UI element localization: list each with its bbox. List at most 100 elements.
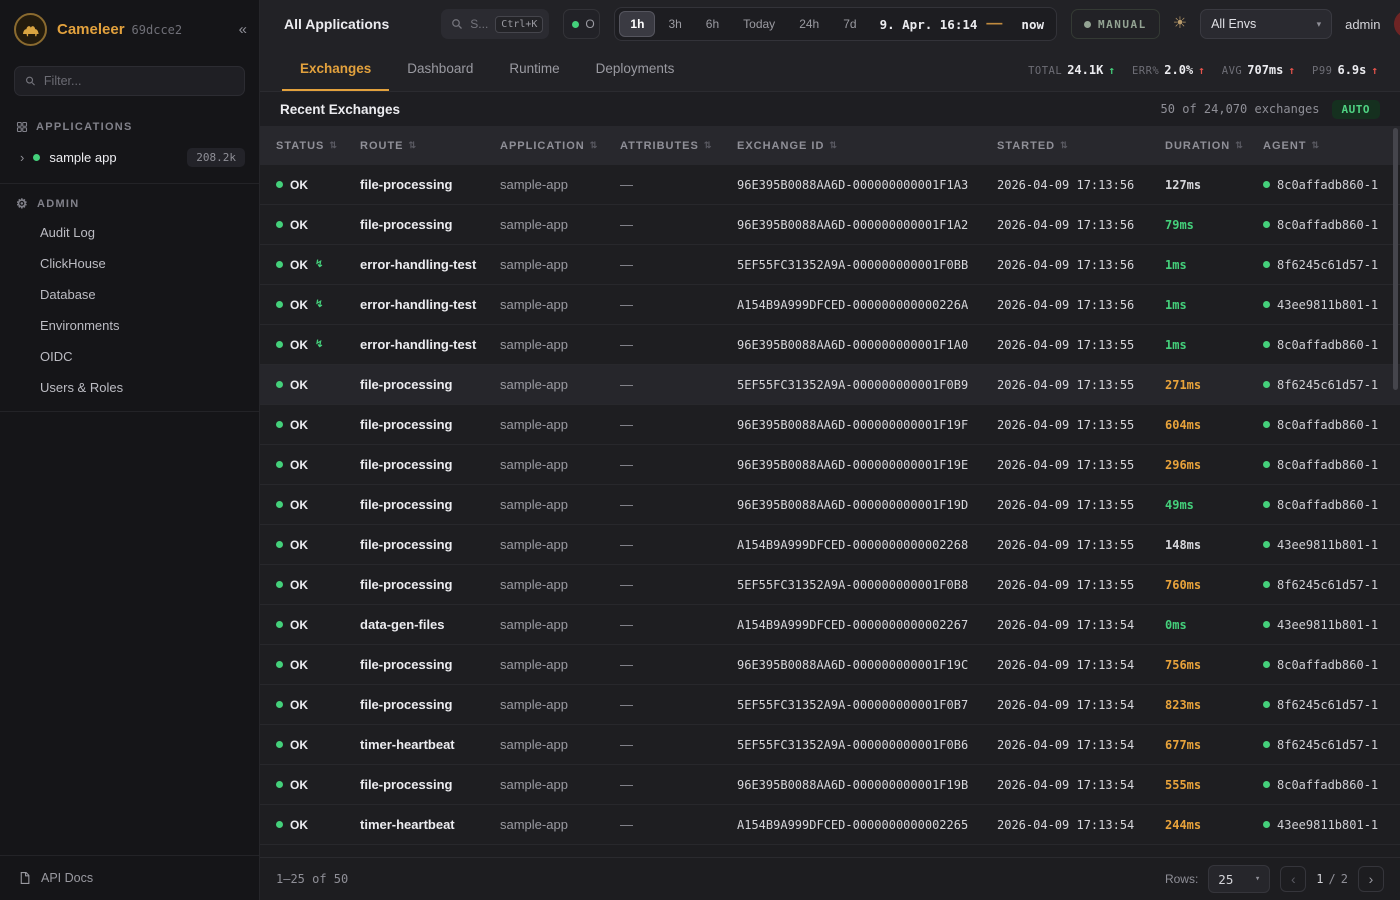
vertical-scrollbar[interactable] bbox=[1393, 128, 1398, 390]
live-label: O bbox=[585, 17, 594, 31]
agent-dot bbox=[1263, 221, 1270, 228]
table-row[interactable]: OK timer-heartbeat sample-app — 5EF55FC3… bbox=[260, 725, 1400, 765]
search-icon bbox=[451, 18, 463, 30]
exchange-id-cell: 5EF55FC31352A9A-000000000001F0B9 bbox=[737, 378, 997, 392]
table-row[interactable]: OK file-processing sample-app — 5EF55FC3… bbox=[260, 365, 1400, 405]
avatar[interactable]: AD bbox=[1394, 10, 1400, 38]
sidebar-item-oidc[interactable]: OIDC bbox=[0, 341, 259, 372]
sidebar-item-database[interactable]: Database bbox=[0, 279, 259, 310]
status-ok-dot bbox=[276, 781, 283, 788]
sidebar-item-users-roles[interactable]: Users & Roles bbox=[0, 372, 259, 403]
column-header-route[interactable]: ROUTE⇅ bbox=[360, 140, 500, 152]
auto-refresh-badge[interactable]: AUTO bbox=[1332, 100, 1381, 119]
status-label: OK bbox=[290, 538, 308, 552]
global-search[interactable]: S... Ctrl+K bbox=[441, 9, 549, 39]
api-docs-link[interactable]: API Docs bbox=[0, 855, 259, 900]
status-label: OK bbox=[290, 818, 308, 832]
duration-cell: 1ms bbox=[1165, 298, 1263, 312]
exchange-count-badge: 208.2k bbox=[187, 148, 245, 167]
table-row[interactable]: OK timer-heartbeat sample-app — A154B9A9… bbox=[260, 805, 1400, 845]
theme-toggle-button[interactable]: ☀ bbox=[1173, 16, 1187, 32]
route-cell: file-processing bbox=[360, 577, 500, 592]
rows-per-page-label: Rows: bbox=[1165, 872, 1198, 886]
range-button-24h[interactable]: 24h bbox=[788, 11, 830, 37]
agent-id: 43ee9811b801-1 bbox=[1277, 818, 1378, 832]
table-row[interactable]: OK file-processing sample-app — 96E395B0… bbox=[260, 445, 1400, 485]
sidebar-filter-input[interactable] bbox=[44, 74, 234, 88]
status-ok-dot bbox=[276, 541, 283, 548]
document-icon bbox=[18, 871, 31, 885]
sidebar-item-clickhouse[interactable]: ClickHouse bbox=[0, 248, 259, 279]
table-row[interactable]: OK file-processing sample-app — 96E395B0… bbox=[260, 205, 1400, 245]
date-range-start[interactable]: 9. Apr. 16:14 bbox=[880, 17, 978, 32]
table-row[interactable]: OK file-processing sample-app — A154B9A9… bbox=[260, 525, 1400, 565]
date-range-end[interactable]: now bbox=[1021, 17, 1044, 32]
agent-cell: 8c0affadb860-1 bbox=[1263, 498, 1400, 512]
attributes-cell: — bbox=[620, 177, 737, 192]
range-button-6h[interactable]: 6h bbox=[695, 11, 730, 37]
table-row[interactable]: OK ↯ error-handling-test sample-app — 5E… bbox=[260, 245, 1400, 285]
environments-dropdown[interactable]: All Envs ▾ bbox=[1200, 9, 1332, 39]
attributes-cell: — bbox=[620, 417, 737, 432]
attributes-cell: — bbox=[620, 817, 737, 832]
table-row[interactable]: OK ↯ error-handling-test sample-app — A1… bbox=[260, 285, 1400, 325]
route-cell: error-handling-test bbox=[360, 297, 500, 312]
tab-deployments[interactable]: Deployments bbox=[578, 48, 693, 91]
sidebar-item-environments[interactable]: Environments bbox=[0, 310, 259, 341]
topbar: All Applications S... Ctrl+K O 1h 3h 6h … bbox=[260, 0, 1400, 48]
attributes-cell: — bbox=[620, 337, 737, 352]
agent-id: 8c0affadb860-1 bbox=[1277, 778, 1378, 792]
status-label: OK bbox=[290, 418, 308, 432]
started-cell: 2026-04-09 17:13:54 bbox=[997, 698, 1165, 712]
sidebar-item-audit-log[interactable]: Audit Log bbox=[0, 217, 259, 248]
table-row[interactable]: OK ↯ error-handling-test sample-app — 96… bbox=[260, 325, 1400, 365]
table-row[interactable]: OK data-gen-files sample-app — A154B9A99… bbox=[260, 605, 1400, 645]
range-button-1h[interactable]: 1h bbox=[619, 11, 655, 37]
exchange-id-cell: 96E395B0088AA6D-000000000001F1A0 bbox=[737, 338, 997, 352]
table-row[interactable]: OK file-processing sample-app — 5EF55FC3… bbox=[260, 685, 1400, 725]
application-cell: sample-app bbox=[500, 617, 620, 632]
exchange-id-cell: 5EF55FC31352A9A-000000000001F0B6 bbox=[737, 738, 997, 752]
agent-dot bbox=[1263, 301, 1270, 308]
live-indicator[interactable]: O bbox=[563, 9, 600, 39]
column-header-status[interactable]: STATUS⇅ bbox=[276, 140, 360, 152]
sidebar-collapse-button[interactable]: « bbox=[239, 21, 247, 38]
duration-cell: 49ms bbox=[1165, 498, 1263, 512]
started-cell: 2026-04-09 17:13:56 bbox=[997, 298, 1165, 312]
column-header-application[interactable]: APPLICATION⇅ bbox=[500, 140, 620, 152]
status-label: OK bbox=[290, 578, 308, 592]
status-label: OK bbox=[290, 458, 308, 472]
manual-refresh-button[interactable]: MANUAL bbox=[1071, 9, 1160, 39]
username-label: admin bbox=[1345, 17, 1380, 32]
column-header-agent[interactable]: AGENT⇅ bbox=[1263, 140, 1400, 152]
status-cell: OK bbox=[276, 698, 360, 712]
column-header-started[interactable]: STARTED⇅ bbox=[997, 140, 1165, 152]
agent-dot bbox=[1263, 741, 1270, 748]
table-row[interactable]: OK file-processing sample-app — 96E395B0… bbox=[260, 765, 1400, 805]
tab-exchanges[interactable]: Exchanges bbox=[282, 48, 389, 91]
started-cell: 2026-04-09 17:13:54 bbox=[997, 818, 1165, 832]
exchange-id-cell: 5EF55FC31352A9A-000000000001F0BB bbox=[737, 258, 997, 272]
exchange-id-cell: A154B9A999DFCED-0000000000002268 bbox=[737, 538, 997, 552]
table-row[interactable]: OK file-processing sample-app — 96E395B0… bbox=[260, 485, 1400, 525]
next-page-button[interactable]: › bbox=[1358, 866, 1384, 892]
column-header-duration[interactable]: DURATION⇅ bbox=[1165, 140, 1263, 152]
range-button-7d[interactable]: 7d bbox=[832, 11, 867, 37]
prev-page-button[interactable]: ‹ bbox=[1280, 866, 1306, 892]
started-cell: 2026-04-09 17:13:55 bbox=[997, 498, 1165, 512]
column-header-attributes[interactable]: ATTRIBUTES⇅ bbox=[620, 140, 737, 152]
range-button-today[interactable]: Today bbox=[732, 11, 786, 37]
table-row[interactable]: OK file-processing sample-app — 96E395B0… bbox=[260, 645, 1400, 685]
rows-per-page-select[interactable]: 25 ▾ bbox=[1208, 865, 1270, 893]
sidebar-item-sample-app[interactable]: › sample app 208.2k bbox=[0, 140, 259, 175]
table-row[interactable]: OK file-processing sample-app — 96E395B0… bbox=[260, 165, 1400, 205]
agent-cell: 8f6245c61d57-1 bbox=[1263, 698, 1400, 712]
duration-cell: 244ms bbox=[1165, 818, 1263, 832]
started-cell: 2026-04-09 17:13:55 bbox=[997, 418, 1165, 432]
table-row[interactable]: OK file-processing sample-app — 96E395B0… bbox=[260, 405, 1400, 445]
tab-runtime[interactable]: Runtime bbox=[491, 48, 577, 91]
column-header-exchange-id[interactable]: EXCHANGE ID⇅ bbox=[737, 140, 997, 152]
tab-dashboard[interactable]: Dashboard bbox=[389, 48, 491, 91]
range-button-3h[interactable]: 3h bbox=[657, 11, 692, 37]
table-row[interactable]: OK file-processing sample-app — 5EF55FC3… bbox=[260, 565, 1400, 605]
